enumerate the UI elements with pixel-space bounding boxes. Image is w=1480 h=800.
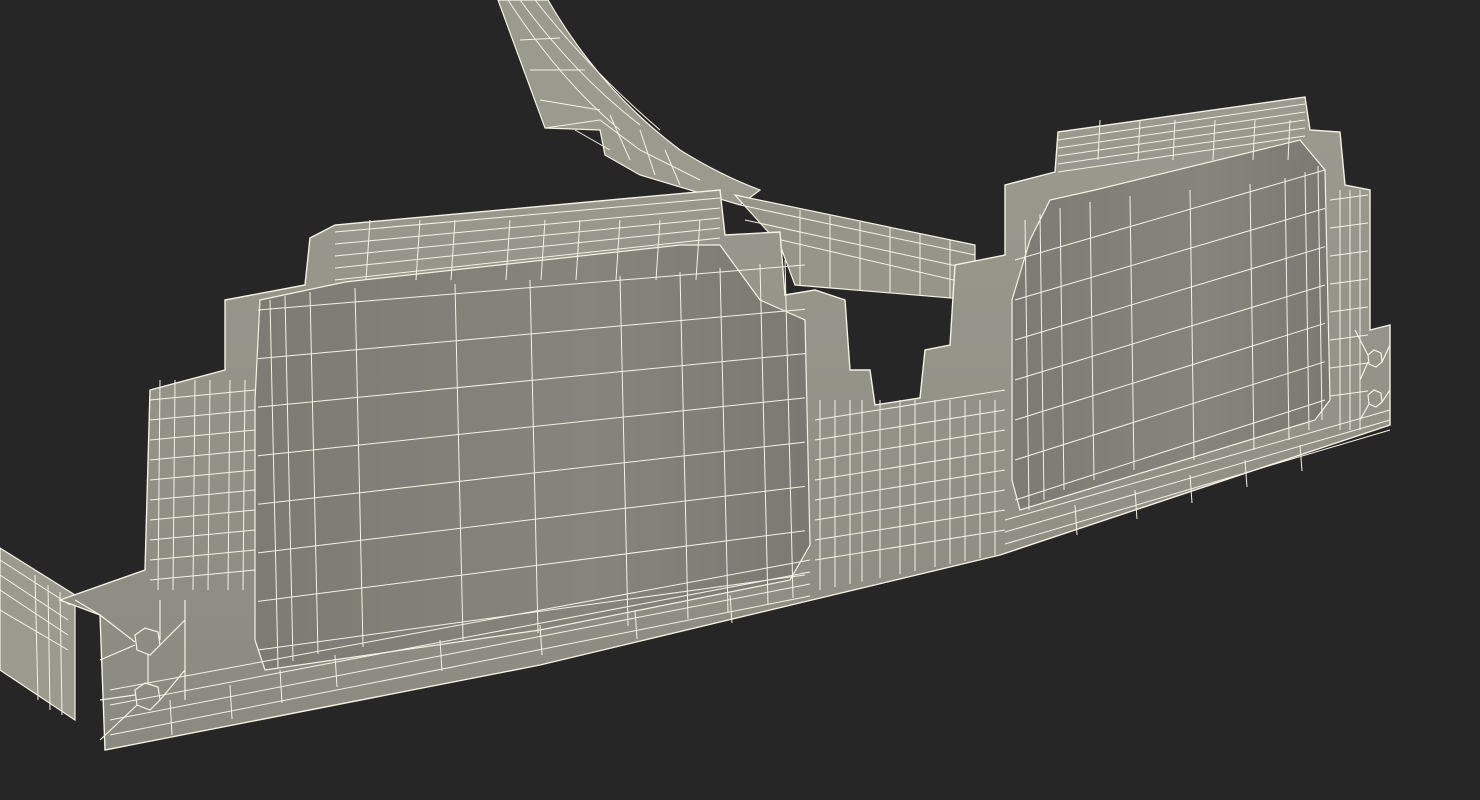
render-viewport (0, 0, 1480, 800)
wireframe-model-render (0, 0, 1391, 751)
temple-arm-upper (497, 0, 762, 206)
temple-arm-left (0, 547, 76, 722)
